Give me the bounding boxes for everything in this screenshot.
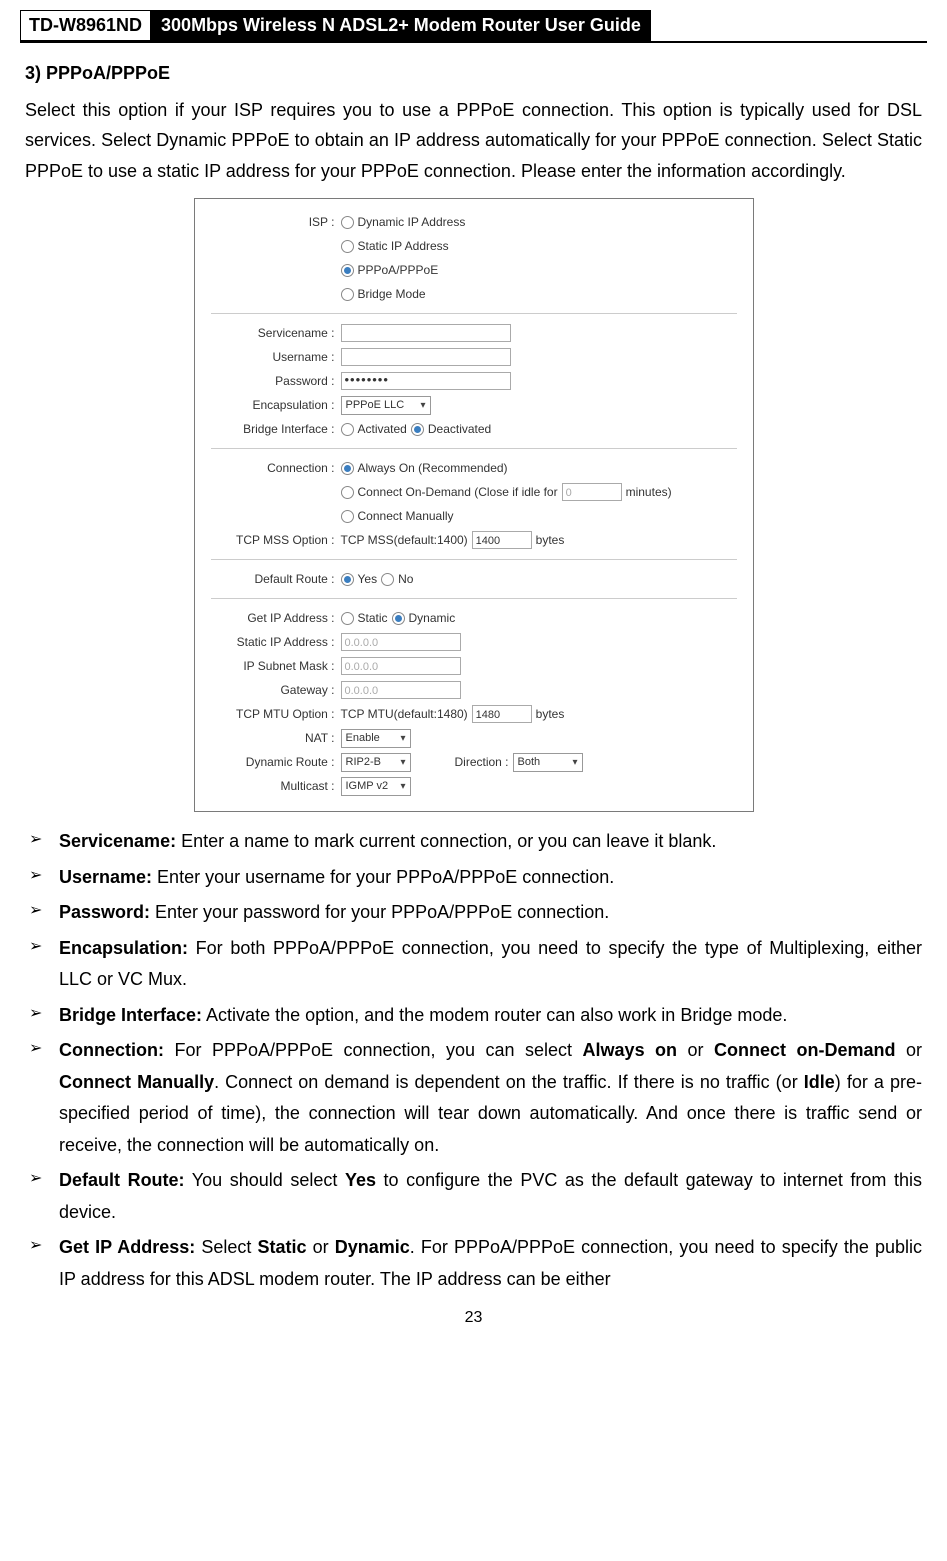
tcp-mss-default-text: TCP MSS(default:1400) (341, 530, 468, 550)
encapsulation-select[interactable]: PPPoE LLC (341, 396, 431, 415)
list-item: Bridge Interface: Activate the option, a… (25, 1000, 922, 1032)
servicename-input[interactable] (341, 324, 511, 342)
model-label: TD-W8961ND (20, 10, 151, 41)
dynamic-route-label: Dynamic Route : (211, 752, 341, 772)
list-item: Connection: For PPPoA/PPPoE connection, … (25, 1035, 922, 1161)
bullet-title: Password: (59, 902, 150, 922)
radio-always-on[interactable] (341, 462, 354, 475)
isp-opt3: PPPoA/PPPoE (358, 260, 439, 280)
conn-always-on-text: Always On (Recommended) (358, 458, 508, 478)
bridge-interface-label: Bridge Interface : (211, 419, 341, 439)
get-ip-label: Get IP Address : (211, 608, 341, 628)
tcp-mss-input[interactable]: 1400 (472, 531, 532, 549)
bullet-desc: Enter your password for your PPPoA/PPPoE… (150, 902, 609, 922)
section-intro: Select this option if your ISP requires … (25, 95, 922, 187)
feature-list: Servicename: Enter a name to mark curren… (25, 826, 922, 1295)
defroute-yes-text: Yes (358, 569, 378, 589)
bytes-text: bytes (536, 530, 565, 550)
isp-opt4: Bridge Mode (358, 284, 426, 304)
divider (211, 559, 737, 560)
bullet-title: Bridge Interface: (59, 1005, 202, 1025)
bullet-desc: Activate the option, and the modem route… (202, 1005, 787, 1025)
nat-label: NAT : (211, 728, 341, 748)
header-bar: TD-W8961ND 300Mbps Wireless N ADSL2+ Mod… (20, 10, 927, 43)
password-label: Password : (211, 371, 341, 391)
password-input[interactable]: •••••••• (341, 372, 511, 390)
bullet-title: Encapsulation: (59, 938, 188, 958)
radio-dynamic-ip[interactable] (341, 216, 354, 229)
idle-minutes-input[interactable]: 0 (562, 483, 622, 501)
bullet-title: Connection: (59, 1040, 164, 1060)
radio-defroute-yes[interactable] (341, 573, 354, 586)
radio-static-ip[interactable] (341, 240, 354, 253)
tcp-mtu-default-text: TCP MTU(default:1480) (341, 704, 468, 724)
gateway-label: Gateway : (211, 680, 341, 700)
radio-getip-static[interactable] (341, 612, 354, 625)
list-item: Servicename: Enter a name to mark curren… (25, 826, 922, 858)
subnet-mask-label: IP Subnet Mask : (211, 656, 341, 676)
direction-select[interactable]: Both (513, 753, 583, 772)
list-item: Default Route: You should select Yes to … (25, 1165, 922, 1228)
bridge-deactivated-text: Deactivated (428, 419, 491, 439)
bullet-title: Servicename: (59, 831, 176, 851)
list-item: Encapsulation: For both PPPoA/PPPoE conn… (25, 933, 922, 996)
isp-opt1: Dynamic IP Address (358, 212, 466, 232)
bytes-text-2: bytes (536, 704, 565, 724)
bullet-desc: Enter a name to mark current connection,… (176, 831, 716, 851)
connection-label: Connection : (211, 458, 341, 478)
bullet-title: Username: (59, 867, 152, 887)
gateway-input[interactable]: 0.0.0.0 (341, 681, 461, 699)
username-input[interactable] (341, 348, 511, 366)
bullet-desc: Enter your username for your PPPoA/PPPoE… (152, 867, 614, 887)
bullet-title: Get IP Address: (59, 1237, 195, 1257)
multicast-select[interactable]: IGMP v2 (341, 777, 411, 796)
conn-manually-text: Connect Manually (358, 506, 454, 526)
getip-dynamic-text: Dynamic (409, 608, 456, 628)
bridge-activated-text: Activated (358, 419, 407, 439)
getip-static-text: Static (358, 608, 388, 628)
isp-label: ISP : (211, 212, 341, 232)
bullet-title: Default Route: (59, 1170, 185, 1190)
doc-title: 300Mbps Wireless N ADSL2+ Modem Router U… (151, 10, 651, 41)
list-item: Get IP Address: Select Static or Dynamic… (25, 1232, 922, 1295)
encapsulation-label: Encapsulation : (211, 395, 341, 415)
radio-bridge-mode[interactable] (341, 288, 354, 301)
page-number: 23 (0, 1299, 947, 1333)
conn-on-demand-text-b: minutes) (626, 482, 672, 502)
list-item: Password: Enter your password for your P… (25, 897, 922, 929)
subnet-mask-input[interactable]: 0.0.0.0 (341, 657, 461, 675)
static-ip-label: Static IP Address : (211, 632, 341, 652)
radio-on-demand[interactable] (341, 486, 354, 499)
nat-select[interactable]: Enable (341, 729, 411, 748)
radio-defroute-no[interactable] (381, 573, 394, 586)
radio-connect-manually[interactable] (341, 510, 354, 523)
isp-opt2: Static IP Address (358, 236, 449, 256)
section-heading: 3) PPPoA/PPPoE (25, 58, 922, 89)
radio-getip-dynamic[interactable] (392, 612, 405, 625)
tcp-mtu-input[interactable]: 1480 (472, 705, 532, 723)
list-item: Username: Enter your username for your P… (25, 862, 922, 894)
divider (211, 448, 737, 449)
default-route-label: Default Route : (211, 569, 341, 589)
config-screenshot: ISP : Dynamic IP Address Static IP Addre… (194, 198, 754, 812)
radio-bridge-activated[interactable] (341, 423, 354, 436)
servicename-label: Servicename : (211, 323, 341, 343)
bullet-desc: For both PPPoA/PPPoE connection, you nee… (59, 938, 922, 990)
multicast-label: Multicast : (211, 776, 341, 796)
radio-bridge-deactivated[interactable] (411, 423, 424, 436)
direction-label: Direction : (455, 752, 509, 772)
dynamic-route-select[interactable]: RIP2-B (341, 753, 411, 772)
tcp-mss-label: TCP MSS Option : (211, 530, 341, 550)
username-label: Username : (211, 347, 341, 367)
static-ip-input[interactable]: 0.0.0.0 (341, 633, 461, 651)
divider (211, 313, 737, 314)
conn-on-demand-text-a: Connect On-Demand (Close if idle for (358, 482, 558, 502)
page-content: 3) PPPoA/PPPoE Select this option if you… (0, 43, 947, 1295)
defroute-no-text: No (398, 569, 413, 589)
tcp-mtu-label: TCP MTU Option : (211, 704, 341, 724)
divider (211, 598, 737, 599)
radio-pppoa-pppoe[interactable] (341, 264, 354, 277)
